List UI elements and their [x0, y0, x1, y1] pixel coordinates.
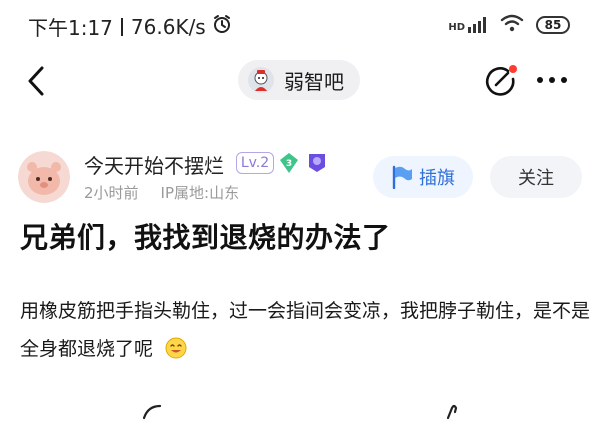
- edit-icon: [485, 65, 517, 96]
- status-bar: 下午1:17 76.6K/s HD 85: [0, 0, 600, 48]
- forum-avatar-icon: [248, 67, 274, 93]
- forum-pill[interactable]: 弱智吧: [238, 60, 360, 100]
- follow-label: 关注: [518, 168, 554, 189]
- status-separator: [120, 17, 123, 36]
- forum-name: 弱智吧: [284, 69, 344, 94]
- ip-location: IP属地:山东: [160, 184, 240, 202]
- edit-button[interactable]: [484, 64, 518, 98]
- post-time: 2小时前: [84, 184, 139, 202]
- battery-level: 85: [544, 18, 562, 32]
- post-body: 用橡皮筋把手指头勒住，过一会指间会变凉，我把脖子勒住，是不是全身都退烧了呢: [20, 292, 590, 368]
- share-icon[interactable]: [140, 402, 164, 420]
- status-time: 下午1:17: [28, 16, 113, 40]
- notify-dot-icon: [509, 65, 517, 73]
- flag-label: 插旗: [419, 168, 455, 189]
- level-badge: Lv.2: [236, 152, 274, 174]
- flag-icon: [392, 165, 412, 189]
- post-title: 兄弟们，我找到退烧的办法了: [20, 221, 391, 254]
- status-left: 下午1:17 76.6K/s: [28, 12, 232, 41]
- alarm-icon: [212, 14, 232, 39]
- author-name[interactable]: 今天开始不摆烂: [84, 150, 224, 179]
- author-avatar[interactable]: [18, 151, 70, 203]
- more-button[interactable]: [534, 68, 570, 92]
- wifi-icon: [500, 14, 524, 36]
- post-meta: 2小时前 IP属地:山东: [84, 182, 239, 203]
- smile-emoji-icon: [165, 334, 187, 359]
- gem-value: 3: [286, 159, 292, 169]
- signal-icon: HD: [448, 17, 488, 33]
- member-icon: [305, 150, 329, 174]
- like-icon[interactable]: [440, 402, 464, 420]
- network-type: HD: [448, 22, 465, 33]
- battery-icon: 85: [536, 16, 570, 34]
- post-body-text: 用橡皮筋把手指头勒住，过一会指间会变凉，我把脖子勒住，是不是全身都退烧了呢: [20, 300, 591, 360]
- network-speed: 76.6K/s: [130, 14, 206, 39]
- gem-icon: 3: [278, 152, 300, 174]
- back-icon: [28, 66, 44, 96]
- bottom-action-bar: [0, 398, 600, 420]
- status-right: HD 85: [448, 14, 570, 36]
- nav-bar: 弱智吧: [0, 52, 600, 108]
- follow-button[interactable]: 关注: [490, 156, 582, 198]
- flag-button[interactable]: 插旗: [373, 156, 473, 198]
- more-icon: [537, 77, 567, 83]
- back-button[interactable]: [24, 64, 50, 98]
